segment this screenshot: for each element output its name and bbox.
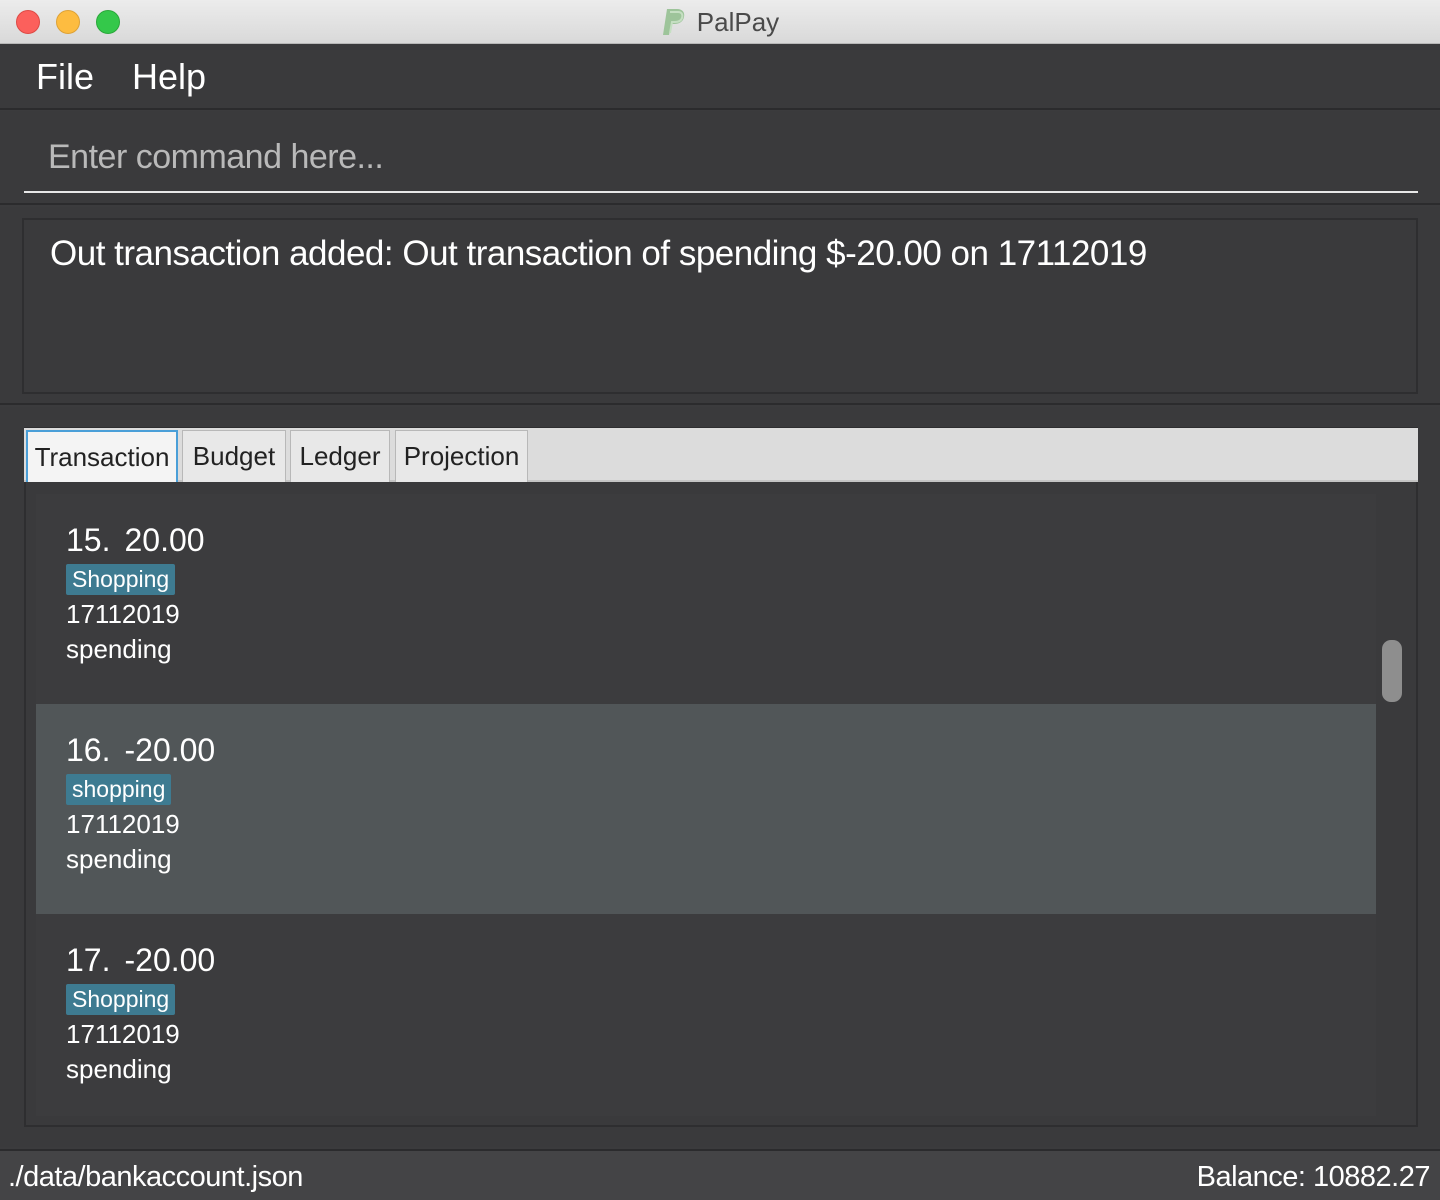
transaction-description: spending bbox=[66, 1054, 172, 1084]
transaction-card-selected[interactable]: 16. -20.00 shopping 17112019 spending bbox=[36, 704, 1376, 914]
transaction-list[interactable]: 15. 20.00 Shopping 17112019 spending 16.… bbox=[36, 494, 1376, 1116]
transaction-description: spending bbox=[66, 844, 172, 874]
list-scrollbar-thumb[interactable] bbox=[1382, 640, 1402, 702]
transaction-date: 17112019 bbox=[66, 599, 180, 629]
transaction-amount: -20.00 bbox=[124, 732, 216, 768]
transaction-index: 17. bbox=[66, 942, 111, 978]
transaction-card[interactable]: 17. -20.00 Shopping 17112019 spending bbox=[36, 914, 1376, 1116]
window-title: PalPay bbox=[696, 6, 780, 37]
transaction-header: 15. 20.00 bbox=[66, 522, 1376, 560]
transaction-header: 16. -20.00 bbox=[66, 732, 1376, 770]
tab-ledger[interactable]: Ledger bbox=[290, 430, 390, 482]
category-tag: Shopping bbox=[66, 984, 176, 1015]
category-tag: Shopping bbox=[66, 564, 176, 595]
paypal-p-logo-icon bbox=[662, 9, 685, 35]
balance-display: Balance: 10882.27 bbox=[1196, 1161, 1431, 1193]
transaction-header: 17. -20.00 bbox=[66, 942, 1376, 980]
command-input[interactable] bbox=[24, 123, 1418, 193]
command-box-panel bbox=[0, 111, 1440, 205]
result-message: Out transaction added: Out transaction o… bbox=[50, 234, 1147, 273]
transaction-amount: 20.00 bbox=[124, 522, 205, 558]
app-window: PalPay File Help Out transaction added: … bbox=[0, 0, 1440, 1200]
result-display: Out transaction added: Out transaction o… bbox=[22, 218, 1418, 394]
tab-projection[interactable]: Projection bbox=[395, 430, 528, 482]
list-scrollbar-track[interactable] bbox=[1380, 494, 1406, 1116]
tab-transaction[interactable]: Transaction bbox=[26, 430, 178, 482]
transaction-index: 16. bbox=[66, 732, 111, 768]
transaction-date: 17112019 bbox=[66, 809, 180, 839]
tab-panel: Transaction Budget Ledger Projection 15.… bbox=[0, 407, 1440, 1147]
menu-help[interactable]: Help bbox=[132, 56, 206, 98]
data-file-path: ./data/bankaccount.json bbox=[8, 1161, 303, 1193]
title-bar: PalPay bbox=[0, 0, 1440, 44]
transaction-description: spending bbox=[66, 634, 172, 664]
menu-file[interactable]: File bbox=[36, 56, 94, 98]
transaction-card[interactable]: 15. 20.00 Shopping 17112019 spending bbox=[36, 494, 1376, 704]
result-display-panel: Out transaction added: Out transaction o… bbox=[0, 207, 1440, 405]
tab-header: Transaction Budget Ledger Projection bbox=[24, 428, 1418, 482]
menu-bar: File Help bbox=[0, 44, 1440, 110]
category-tag: shopping bbox=[66, 774, 172, 805]
tab-budget[interactable]: Budget bbox=[182, 430, 286, 482]
transaction-index: 15. bbox=[66, 522, 111, 558]
transaction-amount: -20.00 bbox=[124, 942, 216, 978]
window-title-group: PalPay bbox=[0, 0, 1440, 44]
status-bar: ./data/bankaccount.json Balance: 10882.2… bbox=[0, 1149, 1440, 1200]
transaction-date: 17112019 bbox=[66, 1019, 180, 1049]
